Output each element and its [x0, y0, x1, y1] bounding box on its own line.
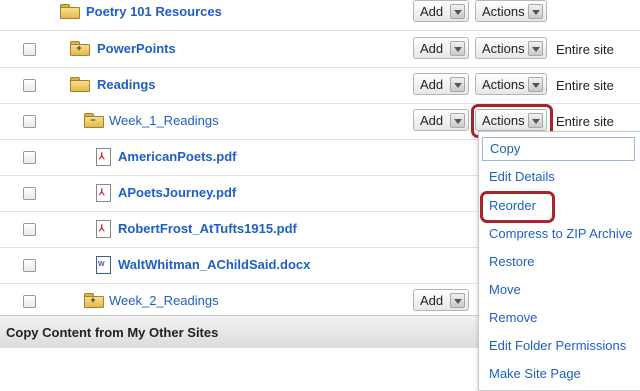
actions-button[interactable]: Actions	[475, 73, 547, 95]
menu-item-make-site-page[interactable]: Make Site Page	[489, 366, 581, 381]
select-checkbox[interactable]	[23, 187, 36, 200]
menu-item-copy[interactable]: Copy	[482, 137, 635, 161]
chevron-down-icon	[450, 41, 465, 56]
folder-link-poetry-101[interactable]: Poetry 101 Resources	[86, 4, 222, 19]
actions-button[interactable]: Actions	[475, 37, 547, 59]
file-link[interactable]: AmericanPoets.pdf	[118, 149, 236, 164]
menu-item-remove[interactable]: Remove	[489, 310, 537, 325]
folder-link-powerpoints[interactable]: PowerPoints	[97, 41, 176, 56]
add-label: Add	[420, 41, 444, 56]
add-button[interactable]: Add	[413, 0, 469, 22]
word-doc-icon: W	[96, 256, 111, 274]
chevron-down-icon	[528, 4, 543, 19]
pdf-file-icon: ⅄	[96, 148, 111, 166]
folder-open-icon[interactable]	[70, 77, 90, 92]
menu-item-edit-folder-permissions[interactable]: Edit Folder Permissions	[489, 338, 626, 353]
folder-minus-icon[interactable]: −	[84, 113, 104, 128]
select-checkbox[interactable]	[23, 259, 36, 272]
pdf-file-icon: ⅄	[96, 220, 111, 238]
file-link[interactable]: APoetsJourney.pdf	[118, 185, 236, 200]
actions-label: Actions	[482, 77, 525, 92]
select-checkbox[interactable]	[23, 43, 36, 56]
chevron-down-icon	[450, 4, 465, 19]
chevron-down-icon	[528, 41, 543, 56]
file-link[interactable]: RobertFrost_AtTufts1915.pdf	[118, 221, 297, 236]
access-scope: Entire site	[556, 78, 614, 93]
add-button[interactable]: Add	[413, 109, 469, 131]
menu-item-move[interactable]: Move	[489, 282, 521, 297]
chevron-down-icon	[450, 113, 465, 128]
menu-item-edit-details[interactable]: Edit Details	[489, 169, 555, 184]
menu-item-compress-zip[interactable]: Compress to ZIP Archive	[489, 226, 633, 241]
row-powerpoints: + PowerPoints Add Actions Entire site	[0, 31, 640, 68]
actions-button[interactable]: Actions	[475, 0, 547, 22]
folder-icon	[60, 4, 80, 19]
chevron-down-icon	[528, 77, 543, 92]
folder-plus-icon[interactable]: +	[70, 41, 90, 56]
add-button[interactable]: Add	[413, 37, 469, 59]
select-checkbox[interactable]	[23, 151, 36, 164]
select-checkbox[interactable]	[23, 223, 36, 236]
copy-content-label: Copy Content from My Other Sites	[6, 325, 219, 340]
select-checkbox[interactable]	[23, 115, 36, 128]
row-readings: Readings Add Actions Entire site	[0, 67, 640, 104]
add-label: Add	[420, 4, 444, 19]
folder-link-readings[interactable]: Readings	[97, 77, 156, 92]
menu-item-restore[interactable]: Restore	[489, 254, 535, 269]
reorder-highlight-ring	[480, 191, 555, 223]
select-checkbox[interactable]	[23, 295, 36, 308]
folder-plus-icon[interactable]: +	[84, 293, 104, 308]
chevron-down-icon	[450, 77, 465, 92]
add-button[interactable]: Add	[413, 73, 469, 95]
actions-label: Actions	[482, 41, 525, 56]
actions-dropdown-menu: Copy Edit Details Reorder Compress to ZI…	[478, 131, 640, 391]
folder-link-week-1-readings[interactable]: Week_1_Readings	[109, 113, 219, 128]
chevron-down-icon	[450, 293, 465, 308]
folder-link-week-2-readings[interactable]: Week_2_Readings	[109, 293, 219, 308]
file-link[interactable]: WaltWhitman_AChildSaid.docx	[118, 257, 310, 272]
add-button[interactable]: Add	[413, 289, 469, 311]
pdf-file-icon: ⅄	[96, 184, 111, 202]
select-checkbox[interactable]	[23, 79, 36, 92]
add-label: Add	[420, 77, 444, 92]
add-label: Add	[420, 113, 444, 128]
actions-label: Actions	[482, 4, 525, 19]
access-scope: Entire site	[556, 42, 614, 57]
row-poetry-101-resources: Poetry 101 Resources Add Actions	[0, 0, 640, 31]
access-scope: Entire site	[556, 114, 614, 129]
add-label: Add	[420, 293, 444, 308]
